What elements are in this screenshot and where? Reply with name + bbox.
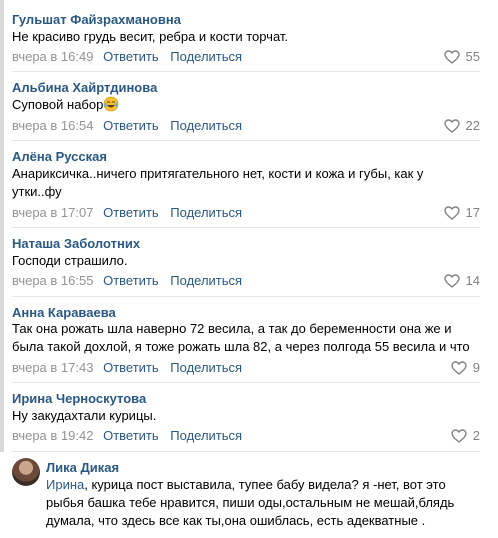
comment-time[interactable]: вчера в 17:43 [12,360,93,375]
like-button[interactable]: 22 [443,118,480,133]
like-count: 17 [465,205,480,220]
heart-icon [443,49,460,64]
comment-meta: вчера в 16:54 Ответить Поделиться [12,118,248,133]
author-name[interactable]: Лика Дикая [46,460,119,475]
comment: Анна Караваева Так она рожать шла наверн… [0,297,498,383]
reply-button[interactable]: Ответить [103,273,159,288]
like-count: 14 [465,273,480,288]
share-button[interactable]: Поделиться [170,273,242,288]
like-button[interactable]: 55 [443,49,480,64]
comment-time[interactable]: вчера в 19:42 [12,428,93,443]
comment-meta: вчера в 17:43 Ответить Поделиться [12,360,248,375]
reply-to-link[interactable]: Ирина [46,477,84,492]
avatar[interactable] [0,297,4,383]
comment-text: Ирина, курица пост выставила, тупее бабу… [46,476,462,530]
comment-text-content: Суповой набор [12,97,104,112]
share-button[interactable]: Поделиться [170,118,242,133]
comment-text: Анариксичка..ничего притягательного нет,… [12,166,424,199]
like-count: 9 [472,360,480,375]
heart-icon [443,205,460,220]
heart-icon [451,360,467,375]
like-count: 22 [465,118,480,133]
comment: Лика Дикая Ирина, курица пост выставила,… [0,452,498,538]
comment-meta: вчера в 16:55 Ответить Поделиться [12,273,248,288]
comment-time[interactable]: вчера в 16:49 [12,49,93,64]
like-button[interactable]: 14 [443,273,480,288]
comment-text-content: , курица пост выставила, тупее бабу виде… [46,477,455,528]
comment-meta: вчера в 19:42 Ответить Поделиться [12,428,248,443]
reply-button[interactable]: Ответить [103,118,159,133]
comment-time[interactable]: вчера в 16:55 [12,273,93,288]
comment-time[interactable]: вчера в 17:07 [12,205,93,220]
comment-meta: вчера в 16:49 Ответить Поделиться [12,49,248,64]
author-name[interactable]: Алёна Русская [12,149,107,164]
like-button[interactable]: 9 [451,360,480,375]
reply-button[interactable]: Ответить [103,428,159,443]
like-button[interactable]: 2 [451,428,480,443]
avatar[interactable] [0,141,4,228]
author-name[interactable]: Анна Караваева [12,305,116,320]
like-count: 55 [465,49,480,64]
reply-button[interactable]: Ответить [103,360,159,375]
comment-time[interactable]: вчера в 16:54 [12,118,93,133]
avatar[interactable] [0,0,4,72]
heart-icon [443,273,460,288]
comment-text: Не красиво грудь весит, ребра и кости то… [12,29,289,44]
heart-icon [451,428,467,443]
comment-text: Так она рожать шла наверно 72 весила, а … [12,321,470,354]
heart-icon [443,118,460,133]
reply-button[interactable]: Ответить [103,205,159,220]
avatar[interactable] [0,383,4,452]
comment: Гульшат Файзрахмановна Не красиво грудь … [0,0,498,72]
comment-text: Ну закудахтали курицы. [12,408,157,423]
author-name[interactable]: Наташа Заболотних [12,236,140,251]
comment: Наташа Заболотних Господи страшило. вчер… [0,228,498,297]
comment: Альбина Хайртдинова Суповой набор вчера … [0,72,498,141]
reply-button[interactable]: Ответить [103,49,159,64]
comment: Ирина Черноскутова Ну закудахтали курицы… [0,383,498,452]
author-name[interactable]: Ирина Черноскутова [12,391,146,406]
share-button[interactable]: Поделиться [170,428,242,443]
like-count: 2 [472,428,480,443]
comment-text: Суповой набор [12,96,478,117]
share-button[interactable]: Поделиться [170,360,242,375]
avatar[interactable] [0,228,4,297]
like-button[interactable]: 17 [443,205,480,220]
share-button[interactable]: Поделиться [170,49,242,64]
comment-meta: вчера в 17:07 Ответить Поделиться [12,205,248,220]
share-button[interactable]: Поделиться [170,205,242,220]
laughing-tears-icon [103,96,119,117]
author-name[interactable]: Гульшат Файзрахмановна [12,12,181,27]
comment: Алёна Русская Анариксичка..ничего притяг… [0,141,498,228]
avatar[interactable] [0,72,4,141]
author-name[interactable]: Альбина Хайртдинова [12,80,157,95]
comment-text: Господи страшило. [12,253,128,268]
